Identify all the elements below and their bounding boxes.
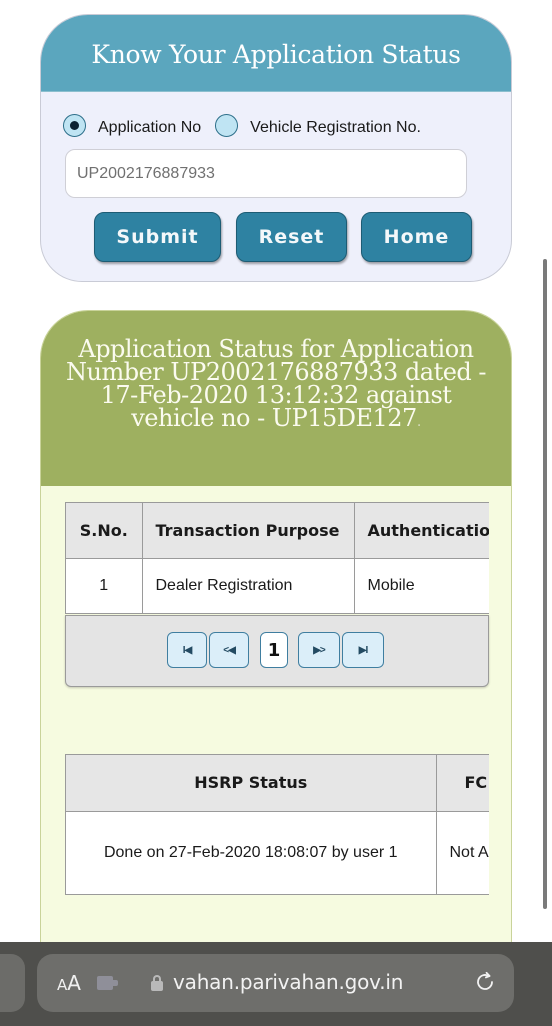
column-header-fc: FC xyxy=(436,755,489,812)
lock-icon xyxy=(151,975,163,991)
application-no-radio[interactable] xyxy=(63,113,86,137)
status-title-text: Application Status for Application Numbe… xyxy=(66,335,487,432)
browser-toolbar: AA vahan.parivahan.gov.in xyxy=(0,942,552,1026)
cell-authentication: Mobile xyxy=(354,558,489,613)
application-no-radio-label[interactable]: Application No xyxy=(98,119,201,137)
vehicle-registration-radio[interactable] xyxy=(215,113,239,137)
vehicle-registration-radio-label[interactable]: Vehicle Registration No. xyxy=(250,119,421,137)
column-header-hsrp-status: HSRP Status xyxy=(66,755,437,812)
reset-button[interactable]: Reset xyxy=(236,212,347,262)
last-page-button[interactable]: ▶I xyxy=(342,632,384,668)
search-type-radio-group: Application No Vehicle Registration No. xyxy=(63,113,421,137)
extension-icon[interactable] xyxy=(97,976,118,990)
hsrp-status-table: HSRP Status FC Done on 27-Feb-2020 18:08… xyxy=(65,754,489,895)
cell-sno: 1 xyxy=(66,558,143,613)
table-pager: I◀ <◀ 1 ▶> ▶I xyxy=(65,615,489,687)
table-header-row: S.No. Transaction Purpose Authentication xyxy=(66,503,489,559)
column-header-transaction-purpose: Transaction Purpose xyxy=(142,503,355,559)
cell-fc: Not A xyxy=(436,811,489,894)
transactions-table: S.No. Transaction Purpose Authentication… xyxy=(65,502,489,614)
first-page-button[interactable]: I◀ xyxy=(167,632,207,668)
radio-selected-dot xyxy=(70,120,79,130)
previous-page-button[interactable]: <◀ xyxy=(209,632,249,668)
status-title-tail: . xyxy=(416,414,421,430)
cell-hsrp-status: Done on 27-Feb-2020 18:08:07 by user 1 xyxy=(66,811,437,894)
address-bar[interactable]: AA vahan.parivahan.gov.in xyxy=(37,954,514,1012)
table-row: Done on 27-Feb-2020 18:08:07 by user 1 N… xyxy=(66,811,489,894)
cell-transaction-purpose: Dealer Registration xyxy=(142,558,355,613)
table-header-row: HSRP Status FC xyxy=(66,755,489,812)
status-card-header: Application Status for Application Numbe… xyxy=(41,311,511,486)
column-header-authentication: Authentication xyxy=(354,503,489,559)
text-size-icon[interactable]: AA xyxy=(57,971,81,995)
home-button[interactable]: Home xyxy=(361,212,472,262)
page-scrollbar[interactable] xyxy=(543,259,547,909)
application-number-input[interactable] xyxy=(65,149,467,198)
status-card-title: Application Status for Application Numbe… xyxy=(66,335,487,434)
search-card-title: Know Your Application Status xyxy=(91,39,461,69)
reload-icon[interactable] xyxy=(473,970,497,994)
url-text[interactable]: vahan.parivahan.gov.in xyxy=(173,970,403,994)
column-header-sno: S.No. xyxy=(66,503,143,559)
submit-button[interactable]: Submit xyxy=(94,212,221,262)
table-row: 1 Dealer Registration Mobile xyxy=(66,558,489,613)
application-search-card: Know Your Application Status Application… xyxy=(40,14,512,282)
previous-tab-preview[interactable] xyxy=(0,954,25,1012)
search-card-header: Know Your Application Status xyxy=(41,15,511,92)
application-status-card: Application Status for Application Numbe… xyxy=(40,310,512,960)
current-page-number[interactable]: 1 xyxy=(260,632,288,668)
next-page-button[interactable]: ▶> xyxy=(298,632,340,668)
